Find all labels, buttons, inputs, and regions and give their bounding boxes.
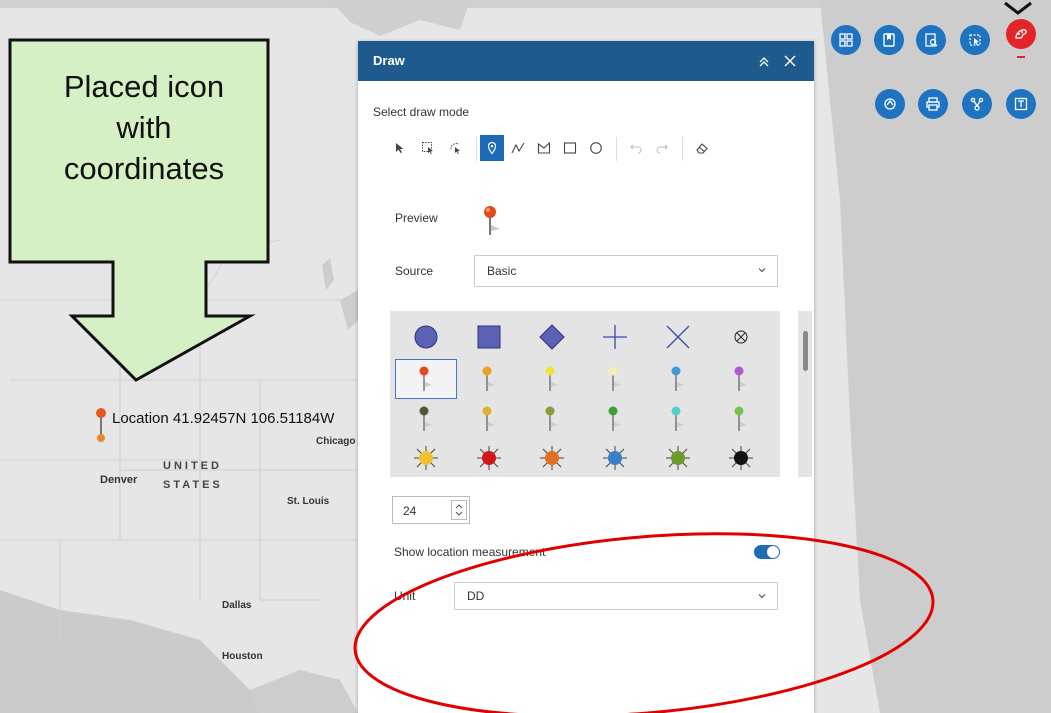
- chevron-down-icon: [758, 268, 766, 273]
- query-icon[interactable]: [916, 25, 946, 55]
- unit-dropdown[interactable]: DD: [454, 582, 778, 610]
- close-icon[interactable]: [782, 53, 798, 69]
- undo-icon[interactable]: [624, 135, 648, 161]
- active-indicator: [1017, 56, 1025, 58]
- red-pin-symbol[interactable]: [395, 359, 457, 399]
- draw-icon[interactable]: [1006, 19, 1036, 49]
- select-draw-mode-label: Select draw mode: [373, 105, 470, 119]
- stepper-buttons[interactable]: [451, 500, 467, 520]
- yellow-pin-symbol[interactable]: [522, 360, 582, 398]
- source-value: Basic: [487, 264, 517, 278]
- toolbar-separator: [616, 137, 617, 161]
- blue-burst-symbol[interactable]: [585, 439, 645, 477]
- blue-pin-symbol[interactable]: [648, 360, 708, 398]
- callout-line-3: coordinates: [63, 151, 225, 186]
- widgets-icon[interactable]: [831, 25, 861, 55]
- text-icon[interactable]: [1006, 89, 1036, 119]
- green-pin-symbol[interactable]: [585, 400, 645, 438]
- orange-pin-symbol[interactable]: [459, 360, 519, 398]
- show-location-label: Show location measurement: [394, 545, 546, 559]
- gold-pin-symbol[interactable]: [459, 400, 519, 438]
- preview-pin-icon: [484, 206, 500, 235]
- measure-icon[interactable]: [875, 89, 905, 119]
- square-symbol[interactable]: [459, 318, 519, 356]
- orange-burst-symbol[interactable]: [522, 439, 582, 477]
- green-burst-symbol[interactable]: [648, 439, 708, 477]
- eraser-icon[interactable]: [690, 135, 714, 161]
- country-label-line2: STATES: [163, 479, 223, 491]
- unit-label: Unit: [394, 589, 416, 603]
- point-mode-icon[interactable]: [480, 135, 504, 161]
- city-label-denver: Denver: [100, 474, 138, 486]
- preview-label: Preview: [395, 211, 438, 225]
- draw-panel: Draw Select draw mode Preview Source Bas…: [358, 41, 814, 713]
- source-dropdown[interactable]: Basic: [474, 255, 778, 287]
- olive-pin-symbol[interactable]: [522, 400, 582, 438]
- diamond-symbol[interactable]: [522, 318, 582, 356]
- city-label-houston: Houston: [222, 651, 263, 662]
- city-label-dallas: Dallas: [222, 600, 252, 611]
- circle-x-symbol[interactable]: [711, 318, 771, 356]
- callout-line-1: Placed icon: [63, 69, 225, 104]
- unit-value: DD: [467, 589, 485, 603]
- black-pin-symbol[interactable]: [396, 400, 456, 438]
- polyline-mode-icon[interactable]: [506, 135, 530, 161]
- callout-text: Placed icon with coordinates: [18, 66, 270, 189]
- select-pointer-icon[interactable]: [388, 135, 412, 161]
- redo-icon[interactable]: [650, 135, 674, 161]
- gallery-scrollbar[interactable]: [798, 311, 812, 477]
- source-label: Source: [395, 264, 434, 278]
- collapse-icon[interactable]: [756, 53, 772, 69]
- black-burst-symbol[interactable]: [711, 439, 771, 477]
- callout-line-2: with: [116, 110, 172, 145]
- cyan-pin-symbol[interactable]: [648, 400, 708, 438]
- polygon-mode-icon[interactable]: [532, 135, 556, 161]
- city-label-st-louis: St. Louis: [287, 496, 330, 507]
- toolbar-separator: [682, 137, 683, 161]
- symbol-gallery: [390, 311, 812, 477]
- purple-pin-symbol[interactable]: [711, 360, 771, 398]
- rectangle-mode-icon[interactable]: [558, 135, 582, 161]
- toolbar-separator: [476, 137, 477, 161]
- select-icon[interactable]: [960, 25, 990, 55]
- circle-mode-icon[interactable]: [584, 135, 608, 161]
- share-icon[interactable]: [962, 89, 992, 119]
- size-stepper[interactable]: 24: [392, 496, 470, 524]
- light-yellow-pin-symbol[interactable]: [585, 360, 645, 398]
- select-rectangle-icon[interactable]: [416, 135, 440, 161]
- bookmark-icon[interactable]: [874, 25, 904, 55]
- select-lasso-icon[interactable]: [444, 135, 468, 161]
- toggle-knob: [767, 546, 779, 558]
- location-measurement-label: Location 41.92457N 106.51184W: [112, 410, 335, 427]
- stepper-arrows-icon: [455, 504, 463, 516]
- print-icon[interactable]: [918, 89, 948, 119]
- red-burst-symbol[interactable]: [459, 439, 519, 477]
- cross-symbol[interactable]: [585, 318, 645, 356]
- chevron-down-icon: [758, 594, 766, 599]
- x-symbol[interactable]: [648, 318, 708, 356]
- lime-pin-symbol[interactable]: [711, 400, 771, 438]
- city-label-chicago: Chicago: [316, 436, 356, 447]
- circle-symbol[interactable]: [396, 318, 456, 356]
- scrollbar-thumb[interactable]: [803, 331, 808, 371]
- size-value: 24: [403, 504, 417, 518]
- country-label-line1: UNITED: [163, 460, 222, 472]
- panel-header: Draw: [358, 41, 814, 81]
- yellow-burst-symbol[interactable]: [396, 439, 456, 477]
- panel-title: Draw: [373, 53, 405, 68]
- show-location-toggle[interactable]: [754, 545, 780, 559]
